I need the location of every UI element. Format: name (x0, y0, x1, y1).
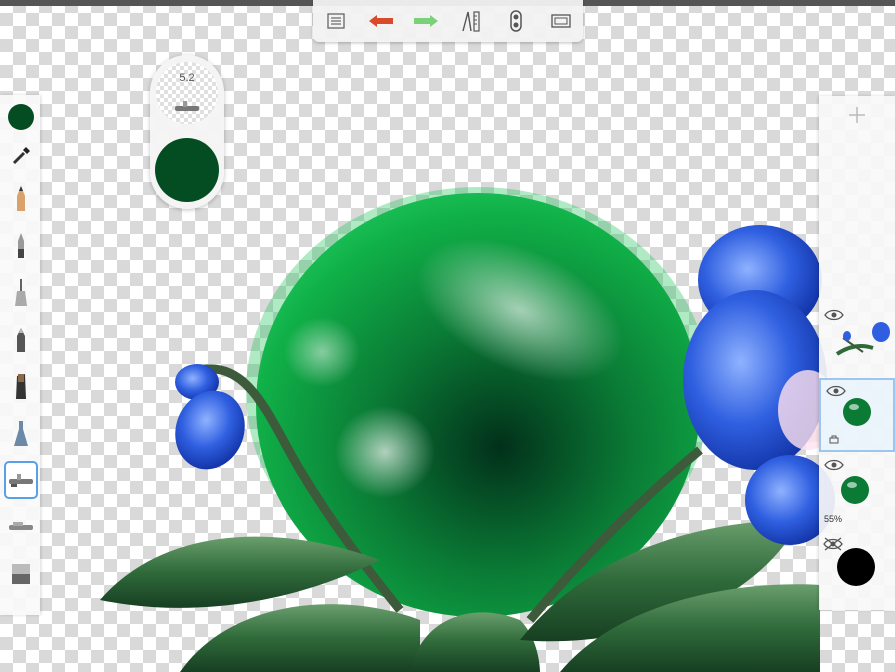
brush-size-widget[interactable]: 5.2 (150, 55, 224, 209)
layer-thumbnail (843, 398, 871, 426)
eye-icon[interactable] (824, 459, 844, 471)
layer-item-sphere-shadow[interactable]: 55% (819, 454, 895, 528)
artwork-canvas[interactable] (0, 0, 895, 672)
eyedropper-icon[interactable] (4, 137, 38, 175)
alpha-lock-icon[interactable] (829, 434, 839, 444)
color-swatch-icon[interactable] (4, 98, 38, 136)
pencil-icon[interactable] (4, 179, 38, 217)
airbrush-icon[interactable] (4, 461, 38, 499)
list-icon[interactable] (320, 6, 352, 36)
layers-panel: 55% (819, 96, 895, 610)
fineliner-icon[interactable] (4, 273, 38, 311)
marker-icon[interactable] (4, 320, 38, 358)
eye-hidden-icon[interactable] (822, 537, 844, 551)
paint-bottle-icon[interactable] (4, 414, 38, 452)
undo-arrow-icon[interactable] (365, 6, 397, 36)
symmetry-icon[interactable] (500, 6, 532, 36)
redo-arrow-icon[interactable] (410, 6, 442, 36)
airbrush-preview-icon (175, 101, 199, 111)
add-layer-button[interactable] (819, 96, 895, 134)
layer-thumbnail (841, 476, 869, 504)
layer-item-orchid[interactable] (819, 304, 895, 378)
ballpoint-pen-icon[interactable] (4, 226, 38, 264)
background-layer[interactable] (819, 534, 895, 600)
brush-size-preview[interactable]: 5.2 (156, 62, 218, 124)
chisel-marker-icon[interactable] (4, 367, 38, 405)
background-color-swatch[interactable] (837, 548, 875, 586)
top-toolbar (313, 0, 583, 42)
brush-toolbar (0, 95, 40, 615)
fullscreen-icon[interactable] (545, 6, 577, 36)
brush-color-circle[interactable] (155, 138, 219, 202)
current-color-swatch (8, 104, 34, 130)
layer-item-sphere[interactable] (819, 378, 895, 452)
brush-size-value: 5.2 (179, 72, 195, 84)
layer-opacity-label: 55% (824, 514, 843, 524)
eraser-icon[interactable] (4, 555, 38, 593)
plus-icon (849, 107, 865, 123)
smudge-icon[interactable] (4, 508, 38, 546)
ruler-compass-icon[interactable] (455, 6, 487, 36)
layer-thumbnail (835, 322, 890, 356)
